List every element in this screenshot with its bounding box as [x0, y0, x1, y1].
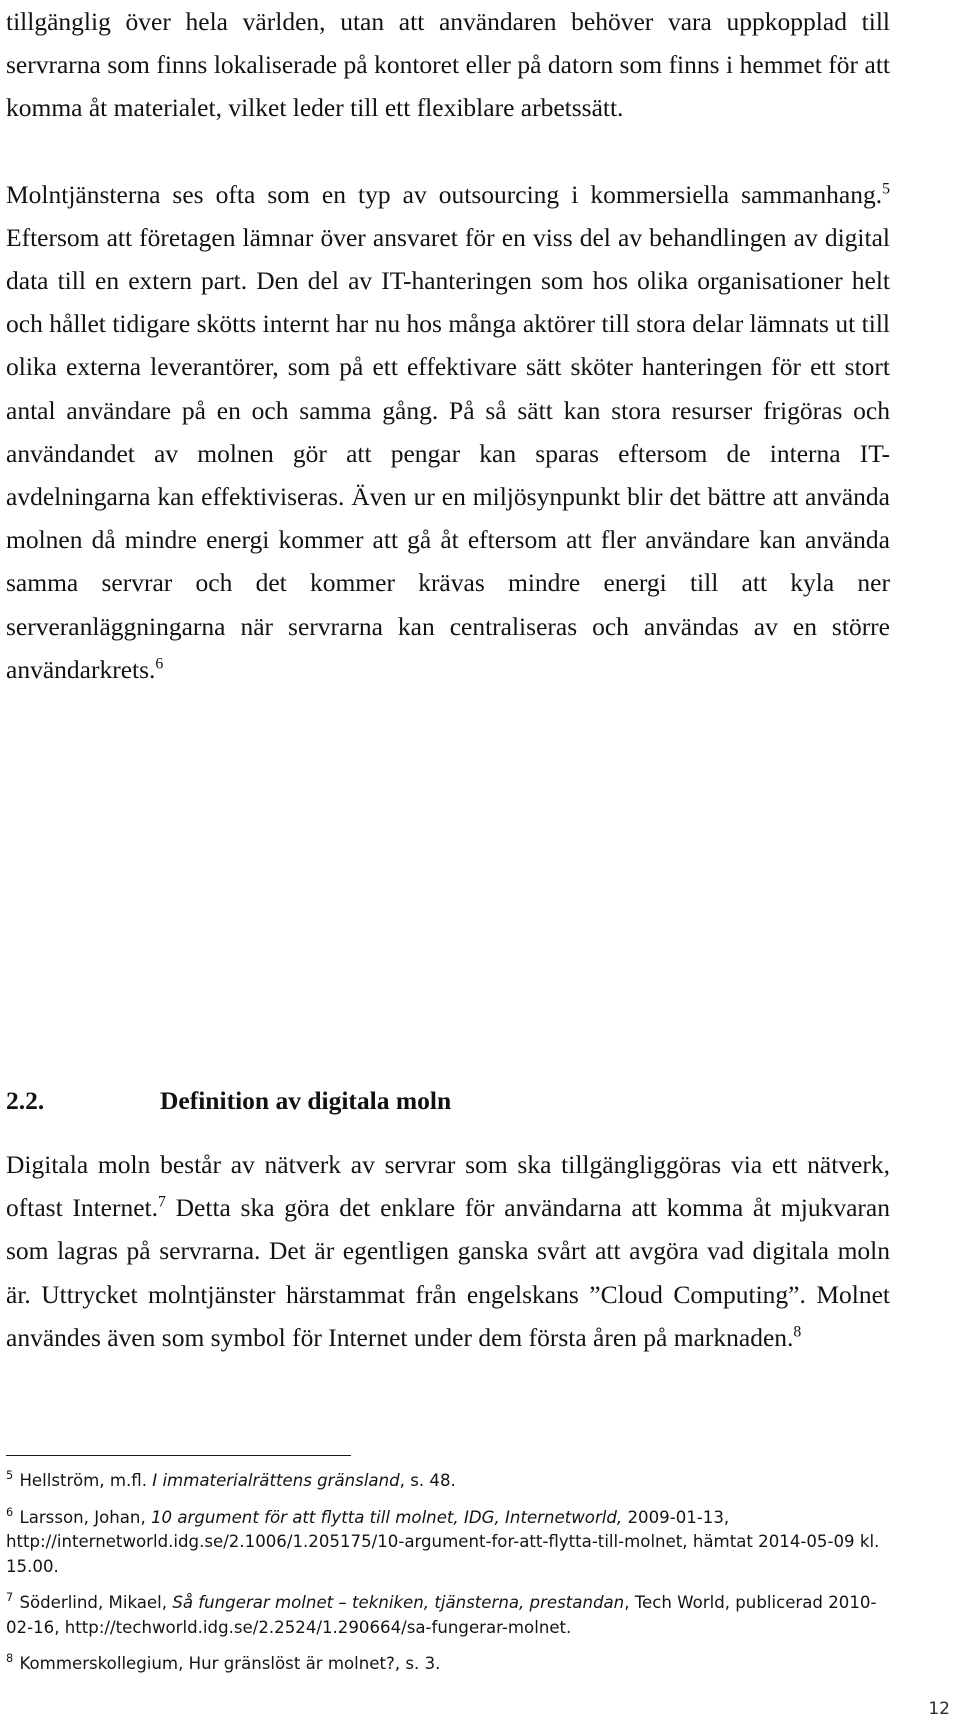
paragraph-2-part-b: Eftersom att företagen lämnar över ansva…	[6, 222, 890, 684]
page-number: 12	[928, 1699, 950, 1719]
paragraph-digitala-moln: Digitala moln består av nätverk av servr…	[6, 1143, 890, 1359]
paragraph-2-part-a: Molntjänsterna ses ofta som en typ av ou…	[6, 179, 883, 209]
paragraph-molntjansterna: Molntjänsterna ses ofta som en typ av ou…	[6, 173, 890, 691]
footnote-text-pre: Kommerskollegium, Hur gränslöst är molne…	[14, 1654, 441, 1673]
footnote-text-pre: Söderlind, Mikael,	[14, 1593, 173, 1612]
document-page: tillgänglig över hela världen, utan att …	[0, 0, 960, 1733]
footnote-item: 8 Kommerskollegium, Hur gränslöst är mol…	[6, 1652, 890, 1677]
footnote-number: 7	[6, 1591, 14, 1605]
footnote-title-italic: I immaterialrättens gränsland	[152, 1471, 400, 1490]
footnote-item: 5 Hellström, m.fl. I immaterialrättens g…	[6, 1469, 890, 1494]
footnote-ref-5: 5	[882, 180, 890, 198]
footnote-ref-7: 7	[158, 1193, 166, 1211]
footnote-item: 6 Larsson, Johan, 10 argument för att fl…	[6, 1506, 890, 1580]
heading-title: Definition av digitala moln	[160, 1086, 452, 1115]
heading-number: 2.2.	[6, 1086, 45, 1115]
section-heading: 2.2. Definition av digitala moln	[6, 1086, 890, 1116]
footnote-separator	[6, 1455, 351, 1456]
body-text-area: tillgänglig över hela världen, utan att …	[6, 0, 890, 691]
footnote-number: 5	[6, 1469, 14, 1483]
footnote-text-pre: Larsson, Johan,	[14, 1507, 151, 1527]
paragraph-1-text: tillgänglig över hela världen, utan att …	[6, 7, 890, 123]
footnote-text-pre: Hellström, m.fl.	[14, 1471, 153, 1490]
footnote-ref-6: 6	[155, 655, 164, 673]
footnote-text-post: , s. 48.	[399, 1471, 456, 1490]
footnote-area: 5 Hellström, m.fl. I immaterialrättens g…	[6, 1455, 890, 1689]
footnote-item: 7 Söderlind, Mikael, Så fungerar molnet …	[6, 1591, 890, 1640]
section-body-area: Digitala moln består av nätverk av servr…	[6, 1143, 890, 1359]
footnote-title-italic: 10 argument för att flytta till molnet, …	[151, 1507, 623, 1527]
footnote-number: 6	[6, 1505, 14, 1519]
footnote-title-italic: Så fungerar molnet – tekniken, tjänstern…	[172, 1593, 625, 1612]
footnote-number: 8	[6, 1652, 14, 1666]
paragraph-continued: tillgänglig över hela världen, utan att …	[6, 0, 890, 130]
footnote-ref-8: 8	[793, 1323, 802, 1341]
